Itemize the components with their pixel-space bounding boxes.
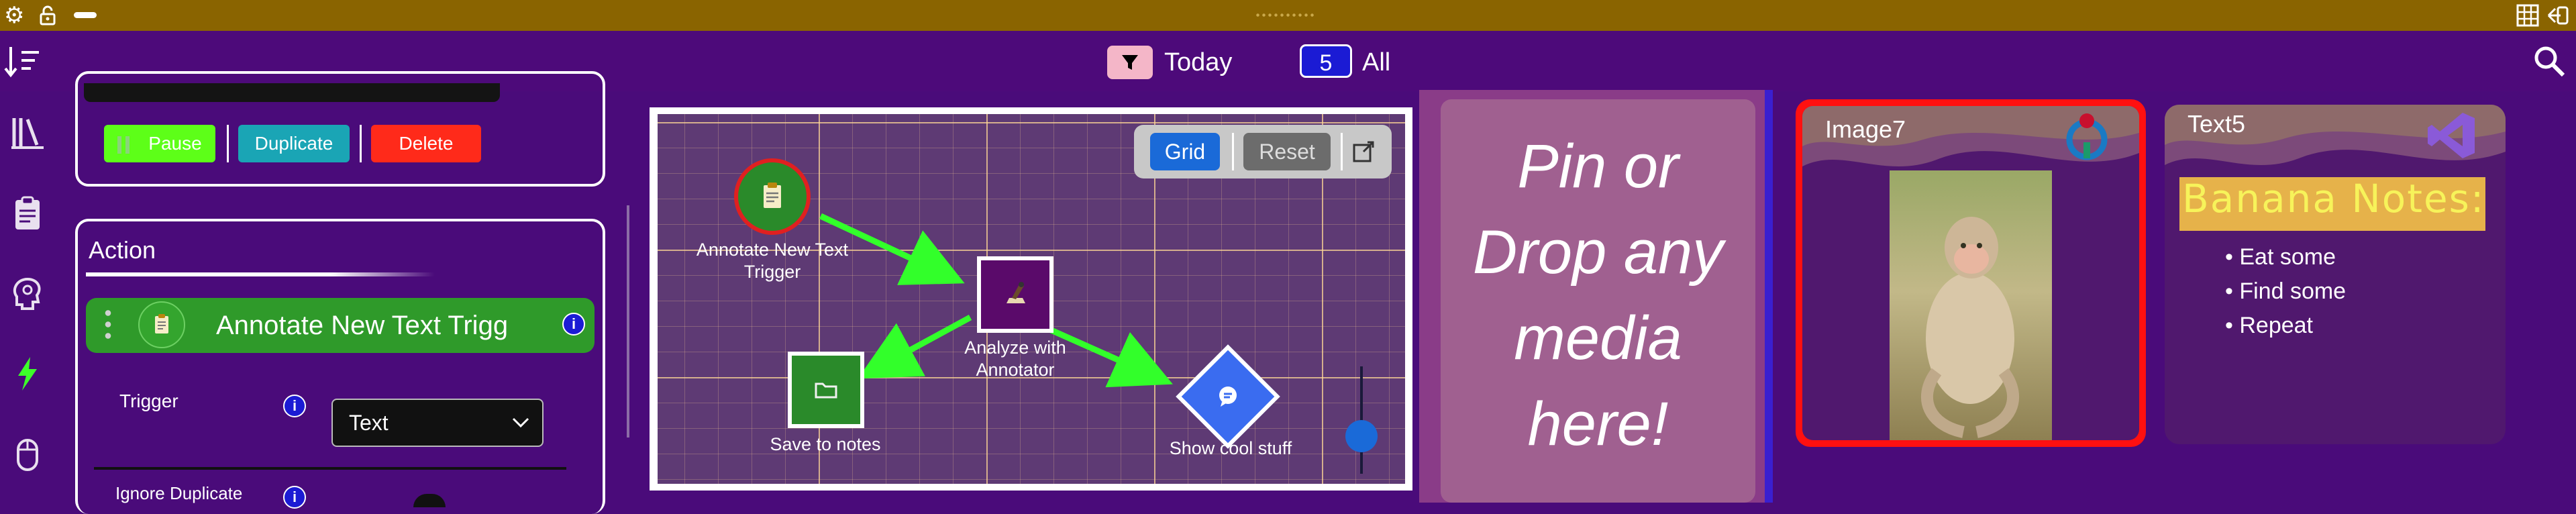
node-label: Annotate New Text Trigger <box>678 239 867 283</box>
monkey-photo <box>1890 170 2052 440</box>
gear-icon[interactable]: ⚙ <box>4 0 24 31</box>
divider <box>1341 133 1343 170</box>
drop-zone-text: Pin or Drop any media here! <box>1441 123 1755 467</box>
all-filter-label[interactable]: All <box>1362 46 1390 79</box>
action-name[interactable]: Annotate New Text Trigg <box>216 307 519 344</box>
drop-zone-line: media <box>1514 304 1682 372</box>
trigger-node[interactable] <box>734 158 811 235</box>
trigger-label: Trigger <box>119 391 178 411</box>
ignore-duplicate-label: Ignore Duplicate <box>115 483 243 503</box>
chevron-down-icon <box>512 417 529 428</box>
delete-button[interactable]: Delete <box>371 125 481 162</box>
grid-icon[interactable] <box>2516 4 2539 27</box>
panel-scrollbar[interactable] <box>627 205 629 438</box>
zoom-slider-thumb[interactable] <box>1345 420 1378 452</box>
drag-handle[interactable] <box>1255 12 1315 19</box>
image-card-body: Image7 <box>1802 106 2139 440</box>
action-heading: Action <box>89 236 156 264</box>
list-item-text: Repeat <box>2239 313 2313 338</box>
folder-icon <box>815 382 837 399</box>
info-icon[interactable]: i <box>283 486 306 509</box>
note-title: Banana Notes: <box>2182 176 2485 221</box>
list-item-text: Eat some <box>2239 244 2336 270</box>
annotator-icon <box>1007 282 1025 303</box>
today-filter-label[interactable]: Today <box>1164 46 1232 79</box>
filter-button[interactable] <box>1107 46 1153 79</box>
list-item-text: Find some <box>2239 278 2347 304</box>
text-card[interactable]: Text5 Banana Notes: • Eat some • Find so… <box>2165 105 2506 444</box>
export-icon[interactable] <box>1350 138 1377 165</box>
pause-label: Pause <box>148 133 202 154</box>
node-label-line: Analyze with <box>964 338 1066 358</box>
clipboard-icon[interactable] <box>7 195 48 236</box>
brain-icon[interactable] <box>7 275 48 317</box>
clipboard-icon <box>764 183 781 208</box>
save-node[interactable] <box>788 352 864 428</box>
node-label-line: Annotator <box>976 360 1055 380</box>
bolt-icon[interactable] <box>7 354 48 396</box>
window-handle[interactable] <box>74 12 97 18</box>
node-label: Analyze with Annotator <box>925 337 1106 381</box>
search-icon[interactable] <box>2532 44 2566 78</box>
list-item: • Eat some <box>2225 244 2336 270</box>
pause-button[interactable]: Pause <box>104 125 215 162</box>
analyze-node[interactable] <box>977 256 1053 333</box>
visual-studio-icon <box>2424 107 2480 164</box>
card-title: Image7 <box>1825 115 1906 143</box>
library-icon[interactable] <box>7 113 48 154</box>
divider <box>1765 90 1773 503</box>
duplicate-button[interactable]: Duplicate <box>238 125 350 162</box>
info-icon[interactable]: i <box>283 395 306 417</box>
list-item: • Find some <box>2225 278 2347 304</box>
card-title: Text5 <box>2187 110 2246 138</box>
divider <box>1232 133 1234 170</box>
drop-zone-line: Drop any <box>1472 218 1724 287</box>
chat-icon <box>1211 380 1245 413</box>
wikimedia-icon <box>2060 109 2114 162</box>
node-label-line: Trigger <box>743 262 801 282</box>
dark-field <box>84 83 500 102</box>
trigger-select[interactable]: Text <box>331 399 544 447</box>
mouse-icon[interactable] <box>7 435 48 476</box>
sort-icon[interactable] <box>3 42 42 81</box>
node-label-line: Annotate New Text <box>696 240 849 260</box>
info-icon[interactable]: i <box>562 313 585 336</box>
drop-zone-line: here! <box>1527 390 1669 458</box>
heading-underline <box>86 272 435 276</box>
drag-handle-icon[interactable] <box>105 307 111 342</box>
pause-icon <box>117 136 130 154</box>
list-item: • Repeat <box>2225 313 2313 338</box>
note-bullets: • Eat some • Find some • Repeat <box>2225 240 2346 343</box>
node-label: Show cool stuff <box>1169 438 1292 458</box>
reset-button[interactable]: Reset <box>1243 133 1331 170</box>
item-count-badge[interactable]: 5 <box>1300 44 1352 78</box>
grid-toggle-button[interactable]: Grid <box>1150 133 1220 170</box>
divider <box>360 125 362 162</box>
divider <box>94 467 566 470</box>
exit-arrow-icon[interactable] <box>2546 4 2570 27</box>
divider <box>227 125 229 162</box>
clipboard-icon <box>138 301 185 348</box>
node-label: Save to notes <box>770 434 881 454</box>
trigger-select-value: Text <box>349 411 389 435</box>
drop-zone-line: Pin or <box>1517 132 1679 201</box>
unlocked-padlock-icon[interactable] <box>38 5 58 25</box>
